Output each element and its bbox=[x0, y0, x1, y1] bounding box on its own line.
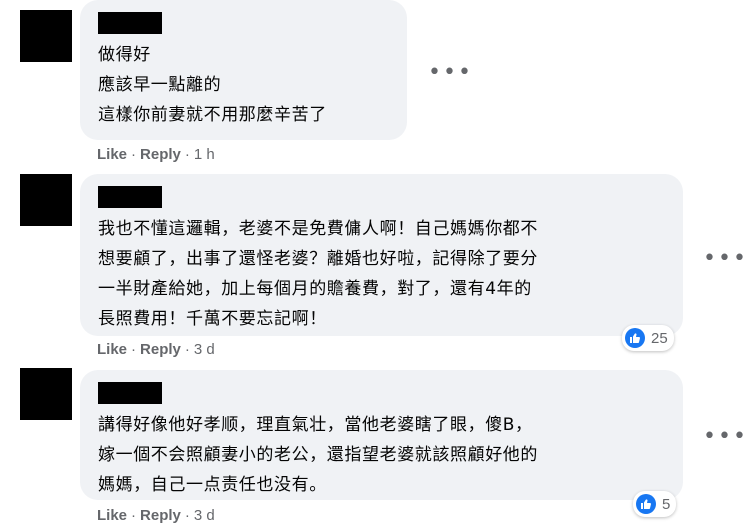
reply-button[interactable]: Reply bbox=[140, 507, 181, 524]
reply-button[interactable]: Reply bbox=[140, 341, 181, 358]
reply-button[interactable]: Reply bbox=[140, 146, 181, 163]
reaction-summary[interactable]: 5 bbox=[633, 491, 677, 517]
reaction-summary[interactable]: 25 bbox=[622, 325, 674, 351]
timestamp[interactable]: 1 h bbox=[194, 146, 215, 163]
like-button[interactable]: Like bbox=[97, 507, 127, 524]
avatar[interactable] bbox=[20, 174, 72, 226]
comment-actions: Like · Reply · 3 d bbox=[97, 341, 215, 358]
more-options-icon[interactable]: ••• bbox=[703, 426, 747, 448]
timestamp[interactable]: 3 d bbox=[194, 507, 215, 524]
thumbs-up-icon bbox=[636, 494, 656, 514]
reaction-count: 25 bbox=[651, 329, 668, 347]
comment-actions: Like · Reply · 1 h bbox=[97, 146, 215, 163]
comment-text: 我也不懂這邏輯，老婆不是免費傭人啊！自己媽媽你都不 想要顧了，出事了還怪老婆？離… bbox=[98, 219, 538, 329]
avatar[interactable] bbox=[20, 368, 72, 420]
reaction-count: 5 bbox=[662, 495, 671, 513]
redacted-author-name[interactable] bbox=[98, 382, 162, 404]
more-options-icon[interactable]: ••• bbox=[428, 62, 473, 84]
like-button[interactable]: Like bbox=[97, 146, 127, 163]
like-button[interactable]: Like bbox=[97, 341, 127, 358]
comment-text: 講得好像他好孝顺，理直氣壮，當他老婆瞎了眼，傻B， 嫁一個不会照顧妻小的老公，還… bbox=[98, 415, 538, 495]
avatar[interactable] bbox=[20, 10, 72, 62]
comment-bubble: 講得好像他好孝顺，理直氣壮，當他老婆瞎了眼，傻B， 嫁一個不会照顧妻小的老公，還… bbox=[80, 370, 683, 500]
redacted-author-name[interactable] bbox=[98, 12, 162, 34]
comment-actions: Like · Reply · 3 d bbox=[97, 507, 215, 524]
timestamp[interactable]: 3 d bbox=[194, 341, 215, 358]
comment-bubble: 我也不懂這邏輯，老婆不是免費傭人啊！自己媽媽你都不 想要顧了，出事了還怪老婆？離… bbox=[80, 174, 683, 336]
redacted-author-name[interactable] bbox=[98, 186, 162, 208]
comment-text: 做得好 應該早一點離的 這樣你前妻就不用那麼辛苦了 bbox=[98, 45, 327, 125]
thumbs-up-icon bbox=[625, 328, 645, 348]
comment-bubble: 做得好 應該早一點離的 這樣你前妻就不用那麼辛苦了 bbox=[80, 0, 407, 140]
more-options-icon[interactable]: ••• bbox=[703, 248, 747, 270]
